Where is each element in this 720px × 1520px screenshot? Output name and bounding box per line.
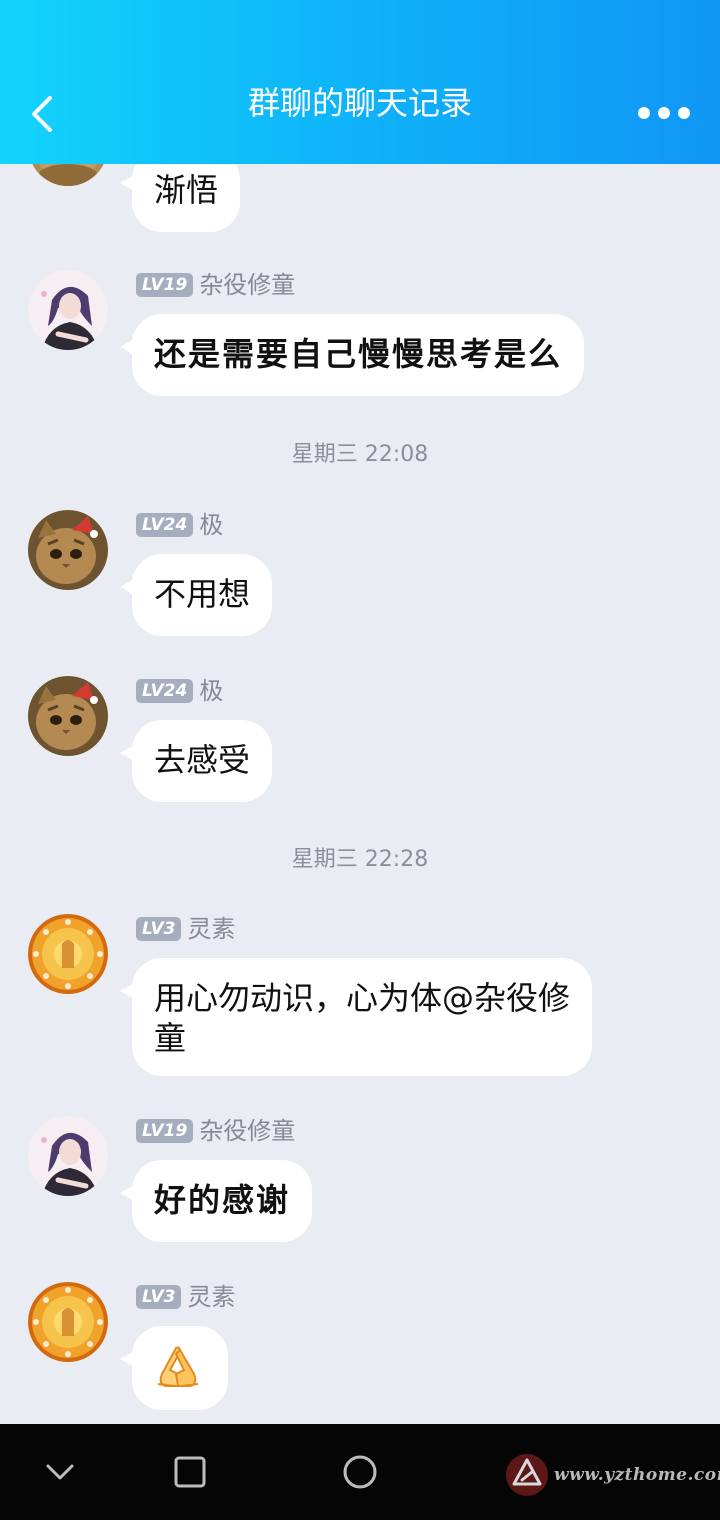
avatar-lingsu[interactable] <box>28 914 108 994</box>
nav-recents-button[interactable] <box>166 1448 214 1496</box>
square-icon <box>174 1456 206 1488</box>
message-text: 不用想 <box>154 575 251 613</box>
more-dots-icon <box>638 107 690 119</box>
timestamp: 星期三 22:28 <box>291 847 429 872</box>
message-bubble[interactable]: 去感受 <box>119 720 273 802</box>
sender-name[interactable]: 极 <box>199 510 223 540</box>
message-meta: LV3 灵素 <box>136 1282 235 1312</box>
message-bubble[interactable]: 好的感谢 <box>119 1160 313 1242</box>
page-title: 群聊的聊天记录 <box>247 84 472 122</box>
top-app-bar: 群聊的聊天记录 <box>0 0 720 164</box>
message-bubble[interactable]: 还是需要自己慢慢思考是么 <box>119 314 585 396</box>
message-bubble[interactable]: 不用想 <box>119 554 273 636</box>
message-bubble[interactable] <box>120 1326 228 1410</box>
chat-history-screen: 渐悟 LV19 杂役修童 还是需要自己慢慢思考是么 星期三 22:08 LV24… <box>0 0 720 1520</box>
watermark-text: www.yzthome.com <box>554 1465 720 1485</box>
chevron-down-icon <box>46 1464 74 1480</box>
message-text: 去感受 <box>154 741 251 779</box>
message-bubble[interactable]: 用心勿动识，心为体@杂役修童 <box>120 958 592 1076</box>
level-badge: LV24 <box>136 679 194 703</box>
message-text: 用心勿动识，心为体@杂役修童 <box>154 979 571 1057</box>
more-options-button[interactable] <box>634 100 694 126</box>
avatar-ji-cat[interactable] <box>28 676 108 756</box>
message-meta: LV24 极 <box>136 676 223 706</box>
sender-name[interactable]: 灵素 <box>187 1282 235 1312</box>
timestamp: 星期三 22:08 <box>291 442 429 467</box>
sender-name[interactable]: 灵素 <box>187 914 235 944</box>
message-meta: LV19 杂役修童 <box>136 1116 295 1146</box>
level-badge: LV3 <box>136 1285 182 1309</box>
avatar-zayi-xiutong[interactable] <box>28 270 108 350</box>
avatar-zayi-xiutong[interactable] <box>28 1116 108 1196</box>
message-meta: LV3 灵素 <box>136 914 235 944</box>
level-badge: LV24 <box>136 513 194 537</box>
message-text: 渐悟 <box>154 171 219 209</box>
avatar-lingsu[interactable] <box>28 1282 108 1362</box>
level-badge: LV19 <box>136 273 194 297</box>
level-badge: LV19 <box>136 1119 194 1143</box>
watermark-logo-icon <box>506 1454 548 1496</box>
message-meta: LV19 杂役修童 <box>136 270 295 300</box>
sender-name[interactable]: 杂役修童 <box>199 270 295 300</box>
site-watermark: www.yzthome.com <box>502 1450 720 1500</box>
nav-back-button[interactable] <box>36 1448 84 1496</box>
circle-icon <box>343 1455 377 1489</box>
sender-name[interactable]: 杂役修童 <box>199 1116 295 1146</box>
message-meta: LV24 极 <box>136 510 223 540</box>
sender-name[interactable]: 极 <box>199 676 223 706</box>
level-badge: LV3 <box>136 917 182 941</box>
avatar-ji-cat[interactable] <box>28 510 108 590</box>
chat-message-list[interactable]: 渐悟 LV19 杂役修童 还是需要自己慢慢思考是么 星期三 22:08 LV24… <box>0 0 720 1424</box>
folded-hands-icon <box>152 1346 204 1398</box>
message-text: 还是需要自己慢慢思考是么 <box>154 335 563 373</box>
message-text: 好的感谢 <box>154 1181 291 1219</box>
nav-home-button[interactable] <box>336 1448 384 1496</box>
